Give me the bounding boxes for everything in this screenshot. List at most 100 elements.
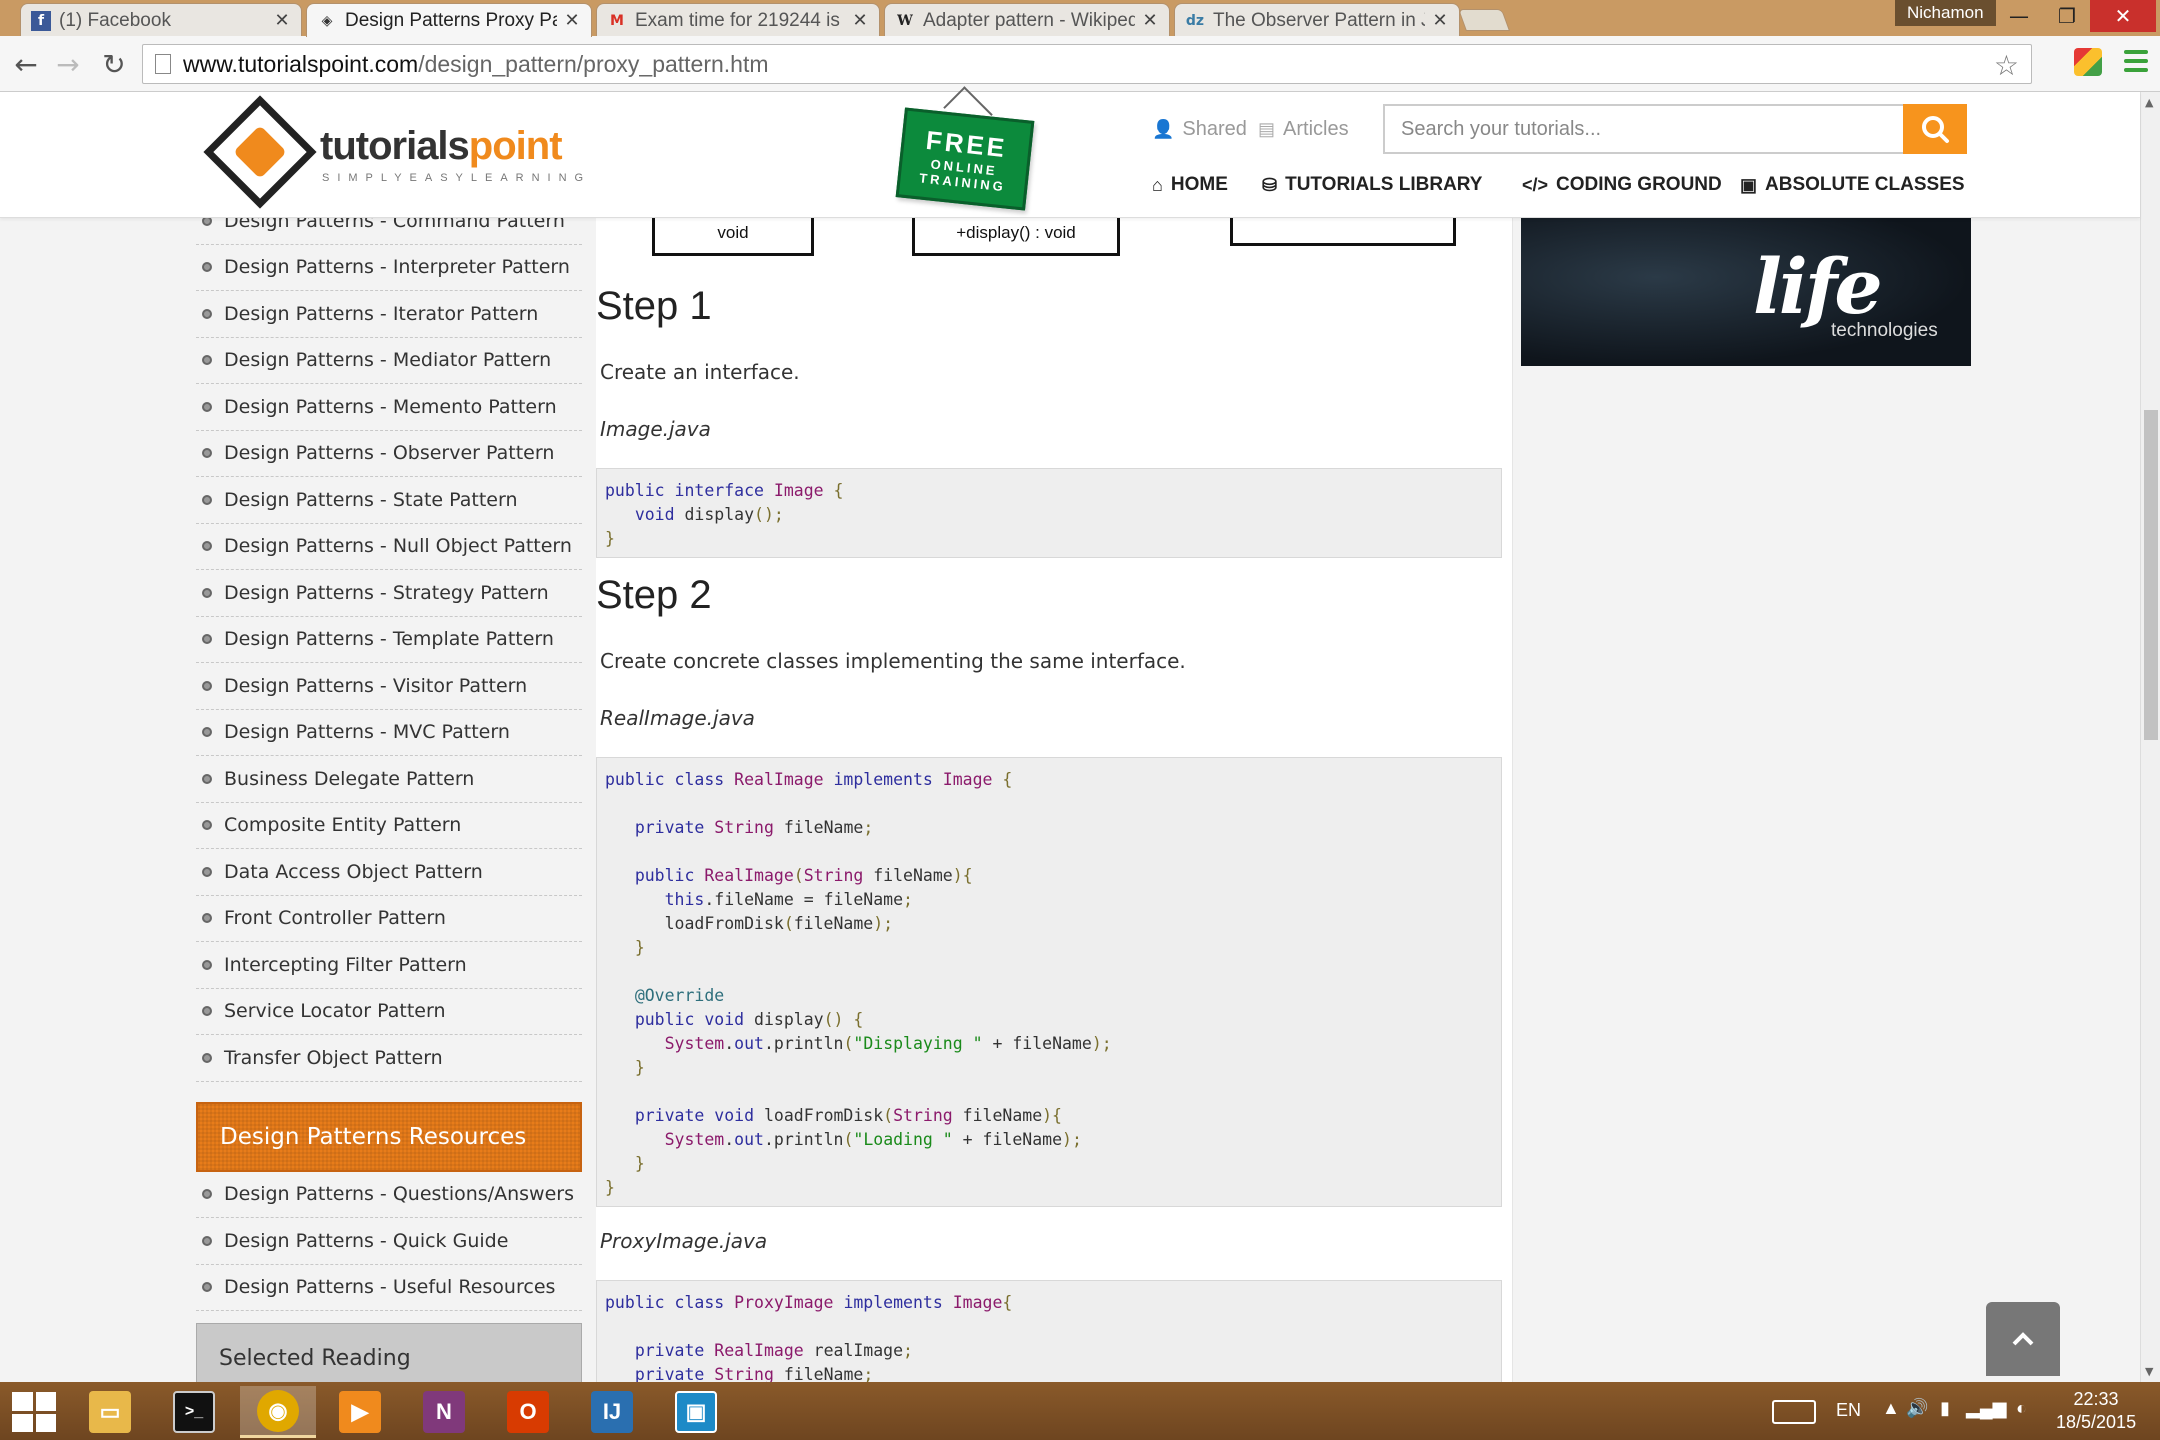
sidebar-item[interactable]: Design Patterns - Template Pattern	[196, 617, 582, 663]
sidebar-item[interactable]: Front Controller Pattern	[196, 896, 582, 942]
tab-gmail[interactable]: M Exam time for 219244 is T ✕	[596, 3, 880, 37]
sidebar-item[interactable]: Data Access Object Pattern	[196, 849, 582, 896]
sidebar-resource-item[interactable]: Design Patterns - Questions/Answers	[196, 1172, 582, 1218]
tab-design-patterns[interactable]: ◈ Design Patterns Proxy Pat ✕	[306, 3, 592, 37]
tab-facebook[interactable]: f (1) Facebook ✕	[20, 3, 302, 37]
windows-start-icon[interactable]	[12, 1392, 56, 1432]
sidebar-item[interactable]: Design Patterns - Interpreter Pattern	[196, 245, 582, 291]
nav-home[interactable]: ⌂ HOME	[1152, 174, 1228, 196]
tab-label: Design Patterns Proxy Pat	[345, 9, 557, 31]
taskbar-file-explorer[interactable]: ▭	[72, 1386, 148, 1438]
language-indicator[interactable]: EN	[1836, 1400, 1861, 1421]
search-input[interactable]: Search your tutorials...	[1383, 104, 1905, 154]
step-2-text: Create concrete classes implementing the…	[600, 649, 1186, 673]
profile-name[interactable]: Nichamon	[1895, 0, 1996, 26]
new-tab-button[interactable]	[1457, 9, 1511, 31]
sidebar-item[interactable]: Design Patterns - Mediator Pattern	[196, 338, 582, 384]
document-icon: ▤	[1258, 119, 1276, 139]
intellij-icon: IJ	[591, 1391, 633, 1433]
volume-icon[interactable]: 🔊	[1906, 1398, 1928, 1419]
free-online-training-badge[interactable]: FREE ONLINE TRAINING	[895, 107, 1035, 211]
sidebar-item[interactable]: Service Locator Pattern	[196, 989, 582, 1035]
bullet-icon	[202, 262, 212, 273]
taskbar-chrome[interactable]: ◉	[240, 1386, 316, 1438]
forward-arrow-icon[interactable]: →	[50, 46, 86, 82]
reload-icon[interactable]: ↻	[96, 46, 132, 82]
sidebar-resource-item[interactable]: Design Patterns - Quick Guide	[196, 1218, 582, 1265]
close-tab-icon[interactable]: ✕	[563, 10, 581, 31]
bookmark-star-icon[interactable]: ☆	[1994, 49, 2019, 82]
tab-wikipedia[interactable]: W Adapter pattern - Wikiped ✕	[884, 3, 1170, 37]
photos-icon: ▣	[675, 1391, 717, 1433]
close-tab-icon[interactable]: ✕	[851, 10, 869, 31]
chrome-menu-icon[interactable]	[2124, 50, 2148, 77]
address-bar[interactable]: www.tutorialspoint.com/design_pattern/pr…	[142, 44, 2032, 84]
sidebar-item[interactable]: Design Patterns - Iterator Pattern	[196, 291, 582, 338]
scrollbar-thumb[interactable]	[2144, 410, 2158, 740]
network-signal-icon[interactable]: ▂▄▆	[1966, 1398, 2006, 1419]
scroll-up-arrow-icon[interactable]: ▲	[2145, 96, 2153, 109]
nav-tutorials-library[interactable]: ⛁ TUTORIALS LIBRARY	[1262, 174, 1482, 196]
browser-toolbar: ← → ↻ www.tutorialspoint.com/design_patt…	[0, 36, 2160, 92]
sidebar-item[interactable]: Design Patterns - Observer Pattern	[196, 431, 582, 477]
show-hidden-icons-icon[interactable]: ▲	[1882, 1398, 1900, 1419]
tab-dzone[interactable]: dz The Observer Pattern in Ja ✕	[1174, 3, 1460, 37]
articles-link[interactable]: ▤ Articles	[1258, 118, 1349, 141]
nav-coding-ground[interactable]: </> CODING GROUND	[1522, 174, 1722, 196]
shared-link[interactable]: 👤 Shared	[1152, 118, 1247, 141]
clock[interactable]: 22:33 18/5/2015	[2056, 1388, 2136, 1434]
sidebar-item[interactable]: Design Patterns - Memento Pattern	[196, 384, 582, 431]
taskbar-intellij[interactable]: IJ	[574, 1386, 650, 1438]
sidebar-item[interactable]: Design Patterns - MVC Pattern	[196, 710, 582, 756]
sidebar: Design Patterns - Command Pattern Design…	[196, 218, 582, 1382]
sidebar-resource-item[interactable]: Design Patterns - Useful Resources	[196, 1265, 582, 1311]
search-button[interactable]	[1903, 104, 1967, 154]
bullet-icon	[202, 218, 212, 226]
taskbar-photos[interactable]: ▣	[658, 1386, 734, 1438]
back-to-top-button[interactable]	[1986, 1302, 2060, 1376]
weather-icon[interactable]: ◐	[2016, 1398, 2027, 1419]
close-tab-icon[interactable]: ✕	[1431, 10, 1449, 31]
close-tab-icon[interactable]: ✕	[1141, 10, 1159, 31]
bullet-icon	[202, 913, 212, 924]
close-tab-icon[interactable]: ✕	[273, 10, 291, 31]
vertical-scrollbar[interactable]: ▲ ▼	[2140, 92, 2160, 1382]
uml-diagram: void +display() : void	[596, 218, 1512, 256]
scroll-down-arrow-icon[interactable]: ▼	[2145, 1365, 2153, 1378]
sidebar-item[interactable]: Design Patterns - State Pattern	[196, 477, 582, 524]
nav-absolute-classes[interactable]: ▣ ABSOLUTE CLASSES	[1740, 174, 1965, 196]
site-header: tutorialspoint SIMPLYEASYLEARNING FREE O…	[0, 86, 2140, 218]
bullet-icon	[202, 1282, 212, 1293]
sidebar-item[interactable]: Transfer Object Pattern	[196, 1035, 582, 1082]
tutorialspoint-logo[interactable]: tutorialspoint SIMPLYEASYLEARNING	[203, 95, 590, 209]
step-2-filename: RealImage.java	[600, 706, 755, 730]
taskbar-command-prompt[interactable]: >_	[156, 1386, 232, 1438]
tab-label: (1) Facebook	[59, 9, 171, 31]
uml-box-proxy-image	[1230, 218, 1456, 246]
taskbar-media-player[interactable]: ▶	[322, 1386, 398, 1438]
taskbar-office[interactable]: O	[490, 1386, 566, 1438]
bullet-icon	[202, 866, 212, 877]
minimize-icon[interactable]: —	[1996, 0, 2042, 32]
life-technologies-ad[interactable]: life technologies	[1521, 218, 1971, 366]
keyboard-icon[interactable]	[1772, 1400, 1816, 1424]
back-arrow-icon[interactable]: ←	[8, 46, 44, 82]
url-host: www.tutorialspoint.com	[183, 50, 419, 77]
sidebar-item[interactable]: Business Delegate Pattern	[196, 756, 582, 803]
sidebar-item[interactable]: Design Patterns - Strategy Pattern	[196, 570, 582, 617]
sidebar-item[interactable]: Intercepting Filter Pattern	[196, 942, 582, 989]
code-icon: </>	[1522, 174, 1549, 195]
battery-icon[interactable]: ▮	[1940, 1398, 1950, 1419]
sidebar-item[interactable]: Design Patterns - Null Object Pattern	[196, 524, 582, 570]
extension-icon[interactable]	[2074, 48, 2102, 76]
taskbar-onenote[interactable]: N	[406, 1386, 482, 1438]
sidebar-item[interactable]: Composite Entity Pattern	[196, 803, 582, 849]
close-window-icon[interactable]: ✕	[2090, 0, 2156, 32]
sidebar-item[interactable]: Design Patterns - Command Pattern	[196, 218, 582, 245]
sidebar-item[interactable]: Design Patterns - Visitor Pattern	[196, 663, 582, 710]
restore-icon[interactable]: ❐	[2044, 0, 2090, 32]
selected-reading-heading: Selected Reading	[196, 1323, 582, 1382]
tab-label: Exam time for 219244 is T	[635, 9, 845, 31]
code-proxyimage-java: public class ProxyImage implements Image…	[596, 1280, 1502, 1382]
bullet-icon	[202, 680, 212, 691]
